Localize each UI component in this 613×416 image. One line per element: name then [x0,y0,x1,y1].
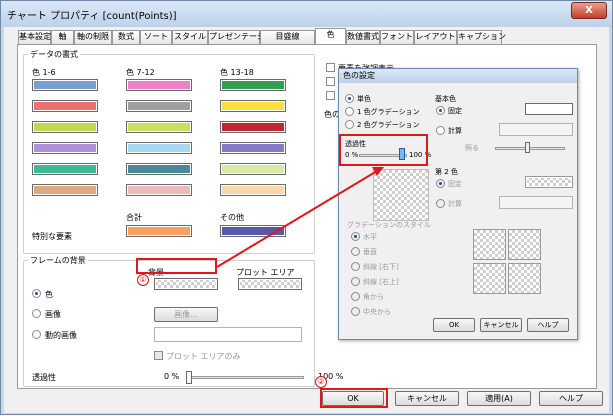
annotation-arrow [216,167,384,268]
marker-2: ② [315,376,327,388]
marker-1: ① [137,274,149,286]
chart-properties-window: チャート プロパティ [count(Points)] X 基本設定軸軸の制限 数式… [0,0,613,415]
